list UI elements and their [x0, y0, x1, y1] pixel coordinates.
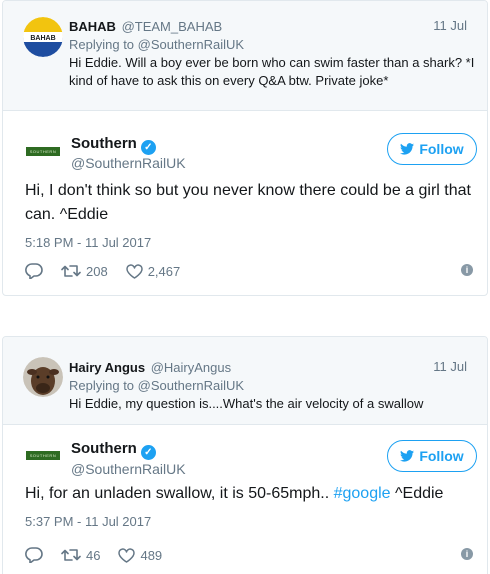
- parent-tweet[interactable]: BAHAB BAHAB @TEAM_BAHAB 11 Jul Replying …: [3, 1, 487, 111]
- tweet-timestamp[interactable]: 5:37 PM - 11 Jul 2017: [25, 514, 151, 529]
- tweet-actions: 46 489 i: [25, 545, 473, 565]
- southern-avatar[interactable]: SOUTHERN: [23, 435, 63, 475]
- tweet-text-before: Hi, for an unladen swallow, it is 50-65m…: [25, 485, 330, 502]
- retweet-count: 46: [86, 547, 101, 563]
- reply-icon: [25, 547, 43, 563]
- tweet-text: Hi, for an unladen swallow, it is 50-65m…: [25, 482, 473, 506]
- replying-to: Replying to @SouthernRailUK: [69, 36, 475, 54]
- like-action[interactable]: 489: [118, 548, 162, 563]
- southern-logo-text: SOUTHERN: [26, 450, 60, 460]
- retweet-count: 208: [86, 263, 108, 279]
- reply-text: Hi Eddie. Will a boy ever be born who ca…: [69, 55, 475, 88]
- bahab-avatar[interactable]: BAHAB: [23, 17, 63, 57]
- author-name[interactable]: Southern: [71, 135, 137, 152]
- tweet-text-after: ^Eddie: [395, 485, 444, 502]
- info-icon[interactable]: i: [461, 264, 473, 276]
- author-handle[interactable]: @SouthernRailUK: [71, 155, 186, 171]
- heart-icon: [118, 547, 136, 563]
- southern-avatar[interactable]: SOUTHERN: [23, 131, 63, 171]
- parent-tweet[interactable]: Hairy Angus @HairyAngus 11 Jul Replying …: [3, 337, 487, 425]
- reply-action[interactable]: [25, 547, 43, 563]
- tweet-card: BAHAB BAHAB @TEAM_BAHAB 11 Jul Replying …: [2, 0, 488, 296]
- follow-label: Follow: [419, 448, 464, 464]
- southern-logo-text: SOUTHERN: [26, 146, 60, 156]
- replying-prefix: Replying to: [69, 37, 135, 52]
- tweet-card: Hairy Angus @HairyAngus 11 Jul Replying …: [2, 336, 488, 574]
- like-count: 489: [140, 547, 163, 563]
- bahab-logo-text: BAHAB: [30, 35, 55, 42]
- twitter-bird-icon: [400, 450, 415, 462]
- reply-date[interactable]: 11 Jul: [433, 359, 467, 374]
- author-name-row[interactable]: Southern ✓: [71, 135, 156, 155]
- follow-button[interactable]: Follow: [387, 133, 477, 165]
- hashtag-link[interactable]: #google: [334, 485, 391, 502]
- retweet-icon: [61, 549, 81, 561]
- reply-text: Hi Eddie, my question is....What's the a…: [69, 396, 424, 411]
- follow-label: Follow: [419, 141, 464, 157]
- info-icon[interactable]: i: [461, 548, 473, 560]
- verified-badge-icon: ✓: [140, 140, 156, 155]
- retweet-action[interactable]: 46: [61, 548, 100, 563]
- twitter-bird-icon: [400, 143, 415, 155]
- follow-button[interactable]: Follow: [387, 440, 477, 472]
- heart-icon: [125, 263, 143, 279]
- reply-icon: [25, 263, 43, 279]
- replying-to-link[interactable]: @SouthernRailUK: [138, 37, 244, 52]
- author-name[interactable]: Southern: [71, 440, 137, 457]
- retweet-action[interactable]: 208: [61, 264, 108, 279]
- retweet-icon: [61, 265, 81, 277]
- replying-to: Replying to @SouthernRailUK: [69, 377, 475, 395]
- tweet-timestamp[interactable]: 5:18 PM - 11 Jul 2017: [25, 235, 151, 250]
- author-name-row[interactable]: Southern ✓: [71, 440, 156, 460]
- reply-author-handle[interactable]: @TEAM_BAHAB: [122, 19, 223, 34]
- replying-prefix: Replying to: [69, 378, 135, 393]
- verified-badge-icon: ✓: [140, 445, 156, 460]
- replying-to-link[interactable]: @SouthernRailUK: [138, 378, 244, 393]
- like-action[interactable]: 2,467: [125, 263, 181, 279]
- reply-author-name[interactable]: Hairy Angus: [69, 360, 145, 375]
- author-handle[interactable]: @SouthernRailUK: [71, 461, 186, 477]
- reply-author-handle[interactable]: @HairyAngus: [151, 360, 231, 375]
- like-count: 2,467: [147, 263, 181, 279]
- reply-author-name[interactable]: BAHAB: [69, 19, 116, 34]
- tweet-text: Hi, I don't think so but you never know …: [25, 182, 471, 223]
- reply-date[interactable]: 11 Jul: [433, 18, 467, 33]
- hairy-angus-avatar[interactable]: [23, 357, 63, 397]
- tweet-actions: 208 2,467 i: [25, 261, 473, 281]
- reply-action[interactable]: [25, 263, 43, 279]
